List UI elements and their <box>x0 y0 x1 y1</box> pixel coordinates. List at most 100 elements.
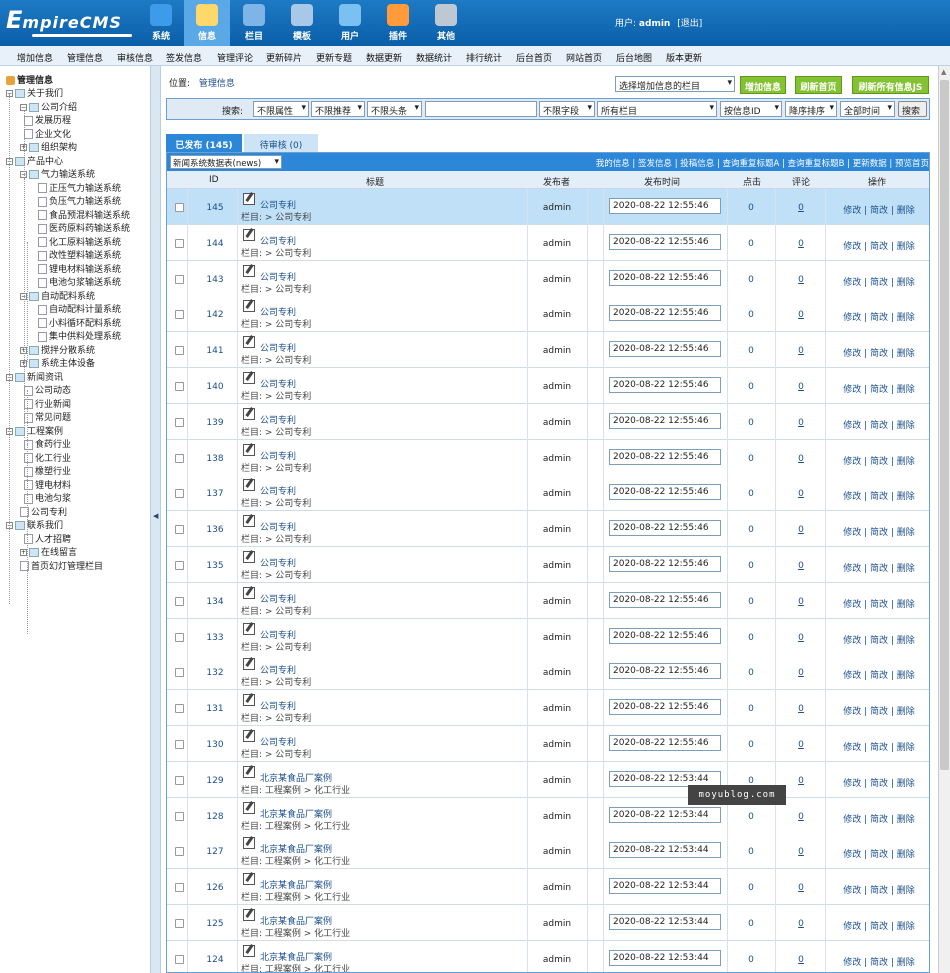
edit-doc-icon[interactable] <box>243 694 255 707</box>
row-comments-link[interactable]: 0 <box>785 239 817 249</box>
sidebar-item[interactable]: 食品预混料输送系统 <box>38 208 130 221</box>
sidebar-item[interactable]: 公司动态 <box>24 383 71 396</box>
row-comments-link[interactable]: 0 <box>785 776 817 786</box>
sidebar-item[interactable]: 小料循环配料系统 <box>38 316 121 329</box>
row-actions[interactable]: 修改 | 简改 | 删除 <box>829 919 929 932</box>
row-actions[interactable]: 修改 | 简改 | 删除 <box>829 561 929 574</box>
breadcrumb-link[interactable]: 管理信息 <box>199 79 235 89</box>
row-actions[interactable]: 修改 | 简改 | 删除 <box>829 346 929 359</box>
headline-select[interactable]: 不限头条 <box>367 101 422 117</box>
table-row[interactable]: 140 公司专利 栏目: > 公司专利 admin 2020-08-22 12:55:4… <box>167 368 929 404</box>
row-checkbox[interactable] <box>175 668 184 678</box>
sidebar-item[interactable]: − 自动配料系统 <box>20 289 95 302</box>
sidebar-item[interactable]: − 公司介绍 <box>20 100 77 113</box>
table-row[interactable]: 144 公司专利 栏目: > 公司专利 admin 2020-08-22 12:55:4… <box>167 224 929 261</box>
row-checkbox[interactable] <box>175 740 184 749</box>
table-row[interactable]: 126 北京某食品厂案例 栏目: 工程案例 > 化工行业 admin 2020-08-2… <box>167 869 929 906</box>
table-row[interactable]: 141 公司专利 栏目: > 公司专利 admin 2020-08-22 12:55:4… <box>167 332 929 369</box>
sidebar-item[interactable]: 改性塑料输送系统 <box>38 248 121 261</box>
row-comments-link[interactable]: 0 <box>785 955 817 965</box>
row-actions[interactable]: 修改 | 简改 | 删除 <box>829 310 929 323</box>
row-actions[interactable]: 修改 | 简改 | 删除 <box>829 847 929 860</box>
sidebar-item[interactable]: 自动配料计量系统 <box>38 302 121 315</box>
table-row[interactable]: 132 公司专利 栏目: > 公司专利 admin 2020-08-22 12:55:4… <box>167 654 929 691</box>
menu-item[interactable]: 排行统计 <box>466 51 502 64</box>
menu-item[interactable]: 数据统计 <box>416 51 452 64</box>
row-comments-link[interactable]: 0 <box>785 704 817 714</box>
edit-doc-icon[interactable] <box>243 264 255 277</box>
table-row[interactable]: 134 公司专利 栏目: > 公司专利 admin 2020-08-22 12:55:4… <box>167 582 929 619</box>
row-comments-link[interactable]: 0 <box>785 489 817 499</box>
edit-doc-icon[interactable] <box>243 479 255 492</box>
field-select[interactable]: 不限字段 <box>539 101 595 117</box>
edit-doc-icon[interactable] <box>243 336 255 349</box>
row-time-field[interactable]: 2020-08-22 12:55:46 <box>609 663 721 680</box>
menu-item[interactable]: 后台首页 <box>516 51 552 64</box>
sidebar-item[interactable]: − 关于我们 <box>6 86 63 99</box>
edit-doc-icon[interactable] <box>243 730 255 742</box>
row-time-field[interactable]: 2020-08-22 12:55:46 <box>609 233 721 250</box>
row-actions[interactable]: 修改 | 简改 | 删除 <box>829 203 929 216</box>
menu-item[interactable]: 版本更新 <box>666 51 702 64</box>
row-time-field[interactable]: 2020-08-22 12:55:46 <box>609 591 721 608</box>
tab-published[interactable]: 已发布 (145) <box>166 134 242 152</box>
sidebar-item[interactable]: 食药行业 <box>24 437 71 450</box>
edit-doc-icon[interactable] <box>243 407 255 420</box>
row-checkbox[interactable] <box>175 811 184 821</box>
row-comments-link[interactable]: 0 <box>785 203 817 213</box>
attr-select[interactable]: 不限属性 <box>253 101 309 117</box>
sidebar-item[interactable]: 人才招聘 <box>24 532 71 545</box>
menu-item[interactable]: 增加信息 <box>17 51 53 64</box>
row-checkbox[interactable] <box>175 525 184 535</box>
row-actions[interactable]: 修改 | 简改 | 删除 <box>829 275 929 288</box>
table-row[interactable]: 128 北京某食品厂案例 栏目: 工程案例 > 化工行业 admin 2020-08-2… <box>167 797 929 834</box>
recommend-select[interactable]: 不限推荐 <box>311 101 365 117</box>
add-info-button[interactable]: 增加信息 <box>740 76 786 94</box>
edit-doc-icon[interactable] <box>243 909 255 921</box>
row-actions[interactable]: 修改 | 简改 | 删除 <box>829 597 929 610</box>
col-clicks[interactable]: 点击 <box>743 175 761 188</box>
row-actions[interactable]: 修改 | 简改 | 删除 <box>829 525 929 538</box>
sidebar-item[interactable]: + 在线留言 <box>20 545 77 558</box>
edit-doc-icon[interactable] <box>243 228 255 241</box>
table-row[interactable]: 138 公司专利 栏目: > 公司专利 admin 2020-08-22 12:55:4… <box>167 439 929 476</box>
row-actions[interactable]: 修改 | 简改 | 删除 <box>829 418 929 431</box>
row-comments-link[interactable]: 0 <box>785 418 817 428</box>
row-actions[interactable]: 修改 | 简改 | 删除 <box>829 382 929 395</box>
row-actions[interactable]: 修改 | 简改 | 删除 <box>829 633 929 646</box>
row-time-field[interactable]: 2020-08-22 12:55:46 <box>609 198 721 214</box>
table-row[interactable]: 133 公司专利 栏目: > 公司专利 admin 2020-08-22 12:55:4… <box>167 618 929 655</box>
row-time-field[interactable]: 2020-08-22 12:55:46 <box>609 305 721 322</box>
row-comments-link[interactable]: 0 <box>785 919 817 929</box>
edit-doc-icon[interactable] <box>243 944 255 957</box>
table-row[interactable]: 127 北京某食品厂案例 栏目: 工程案例 > 化工行业 admin 2020-08-2… <box>167 833 929 870</box>
time-select[interactable]: 全部时间 <box>840 101 895 117</box>
table-row[interactable]: 145 公司专利 栏目: > 公司专利 admin 2020-08-22 12:55:4… <box>167 189 929 225</box>
row-comments-link[interactable]: 0 <box>785 346 817 356</box>
scroll-up-icon[interactable]: ▲ <box>941 68 946 76</box>
row-comments-link[interactable]: 0 <box>785 633 817 643</box>
menu-item[interactable]: 更新碎片 <box>266 51 302 64</box>
row-actions[interactable]: 修改 | 简改 | 删除 <box>829 489 929 502</box>
tab-pending[interactable]: 待审核 (0) <box>244 134 318 152</box>
sidebar-item[interactable]: 电池匀浆输送系统 <box>38 275 121 288</box>
sidebar-item[interactable]: 电池匀浆 <box>24 491 71 504</box>
sidebar-item[interactable]: 企业文化 <box>24 127 71 140</box>
row-actions[interactable]: 修改 | 简改 | 删除 <box>829 955 929 968</box>
row-time-field[interactable]: 2020-08-22 12:53:44 <box>609 842 721 859</box>
sidebar-splitter[interactable]: ◀ <box>150 66 161 973</box>
row-time-field[interactable]: 2020-08-22 12:55:46 <box>609 448 721 465</box>
table-row[interactable]: 142 公司专利 栏目: > 公司专利 admin 2020-08-22 12:55:4… <box>167 296 929 333</box>
sidebar-item[interactable]: − 联系我们 <box>6 518 63 531</box>
topnav-item[interactable]: 栏目 <box>231 0 277 46</box>
row-time-field[interactable]: 2020-08-22 12:55:46 <box>609 484 721 501</box>
row-checkbox[interactable] <box>175 417 184 427</box>
row-time-field[interactable]: 2020-08-22 12:53:44 <box>609 878 721 895</box>
topnav-item[interactable]: 插件 <box>375 0 421 46</box>
sidebar-item[interactable]: + 系统主体设备 <box>20 356 95 369</box>
username[interactable]: admin <box>639 19 670 29</box>
col-time[interactable]: 发布时间 <box>644 175 680 188</box>
edit-doc-icon[interactable] <box>243 658 255 671</box>
edit-doc-icon[interactable] <box>243 801 255 814</box>
row-comments-link[interactable]: 0 <box>785 847 817 857</box>
